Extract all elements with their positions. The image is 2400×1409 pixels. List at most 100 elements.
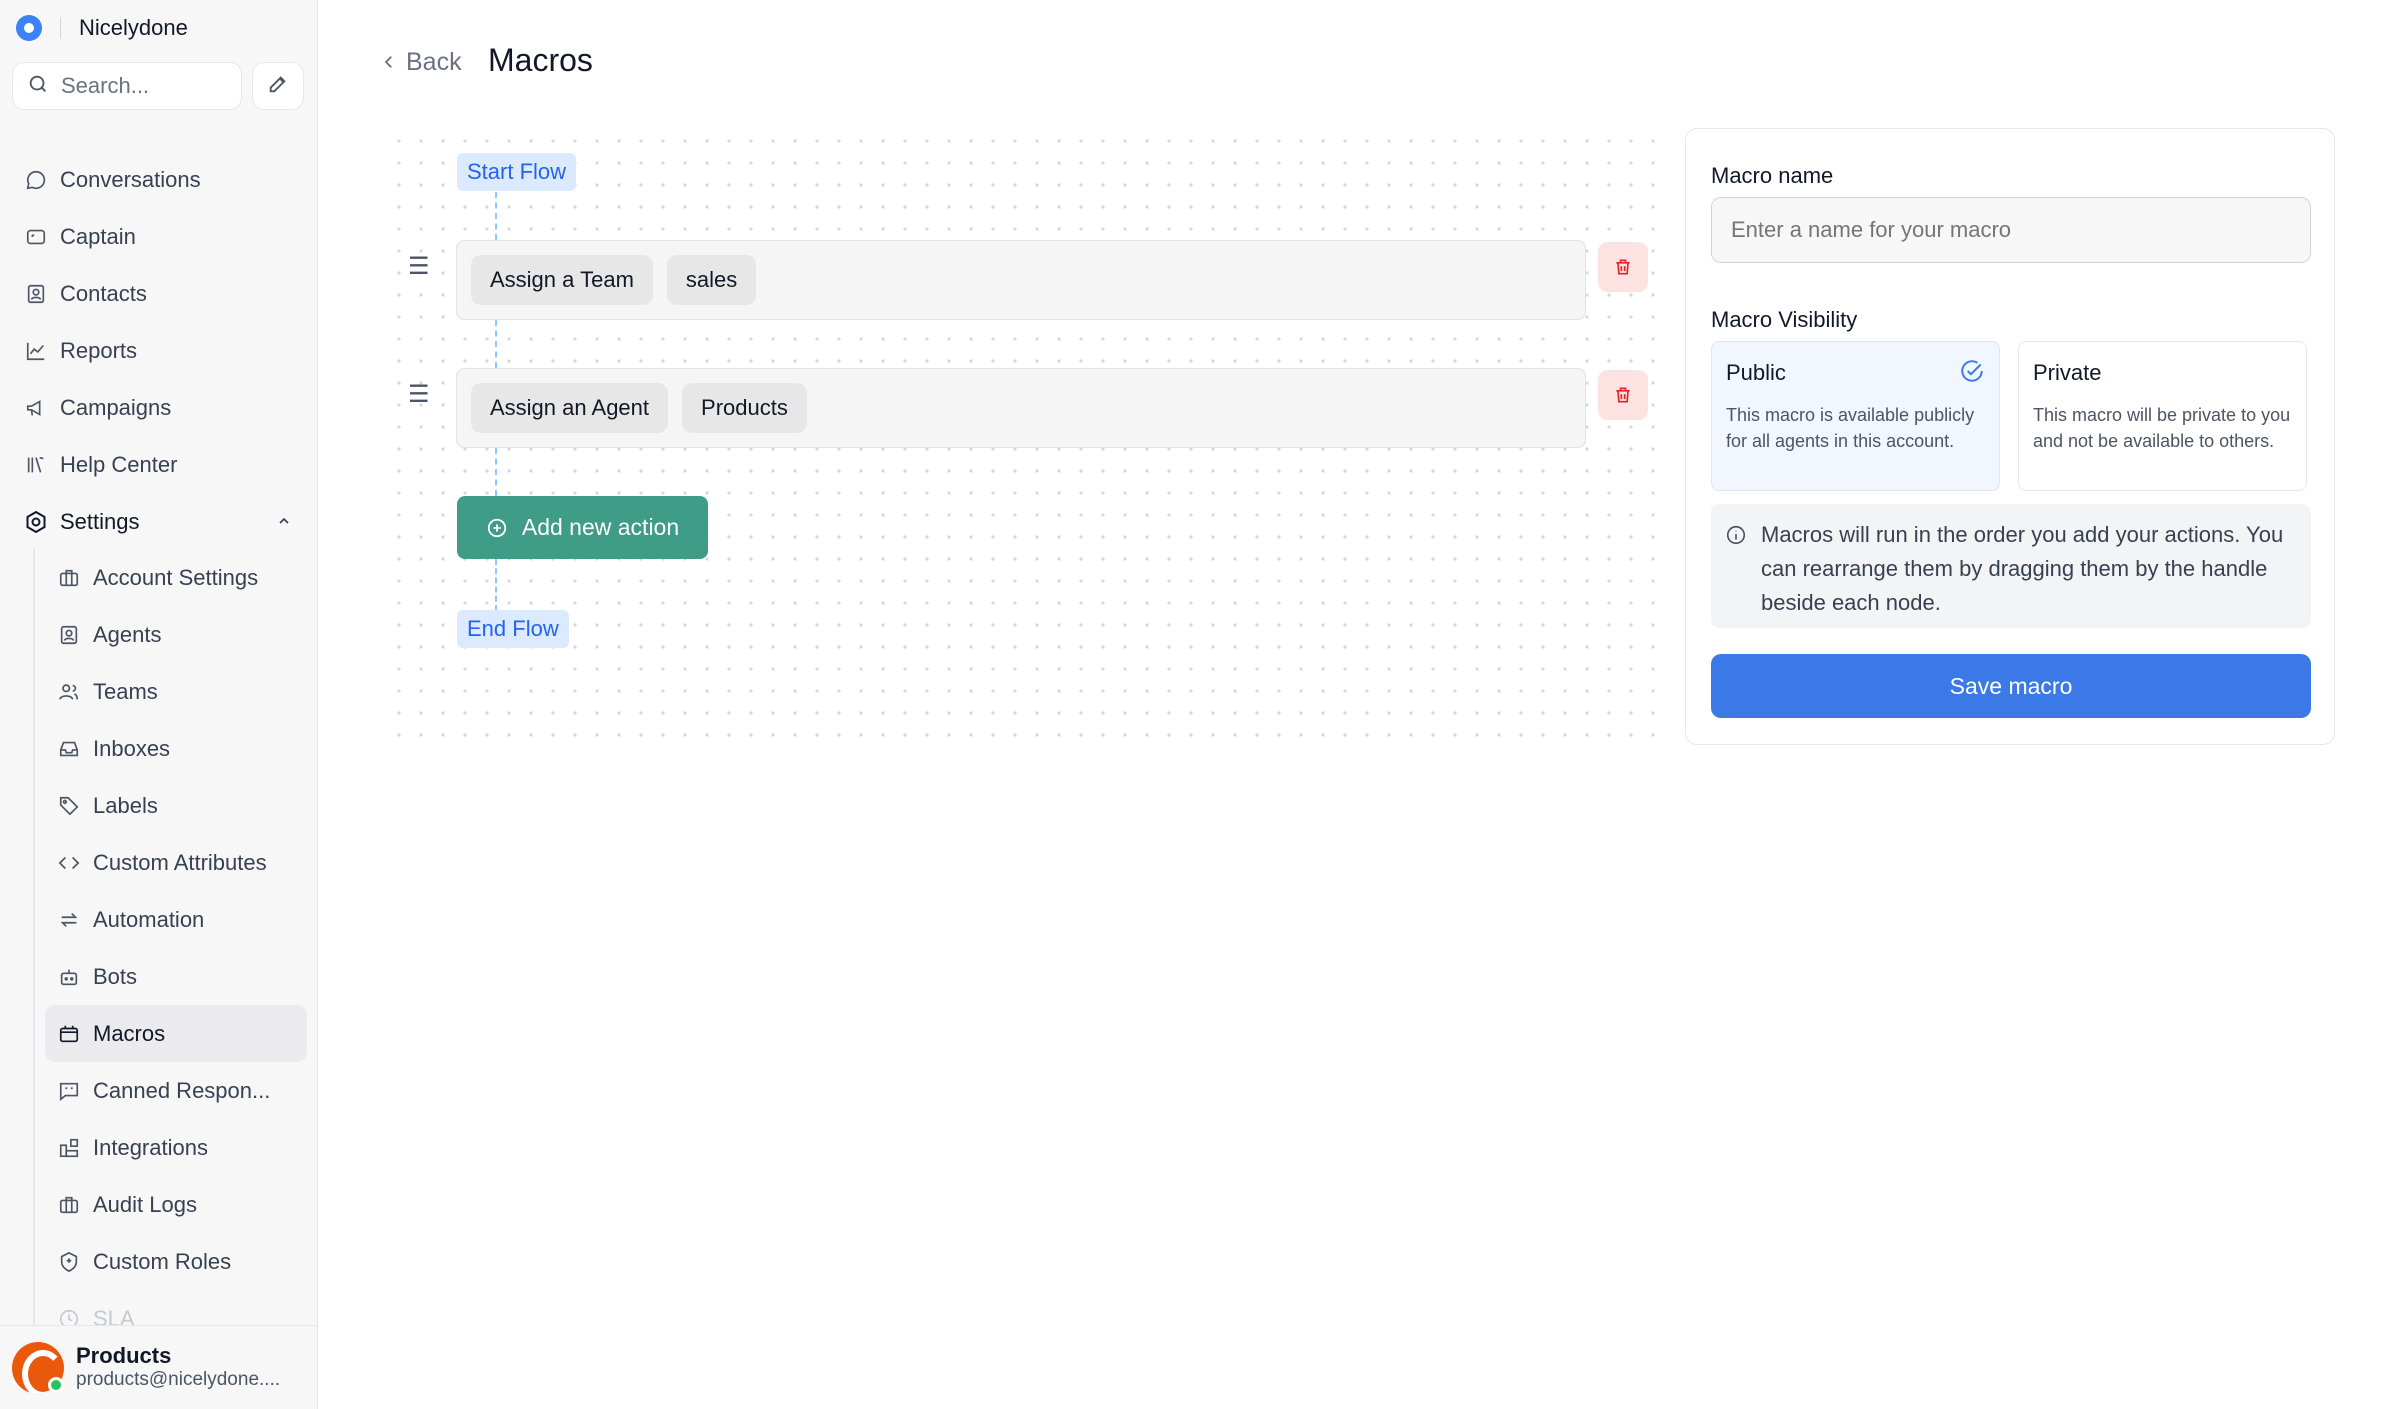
sidebar-item-help-center[interactable]: Help Center [12,436,306,493]
sidebar-item-label: Inboxes [93,735,171,761]
sidebar-item-account-settings[interactable]: Account Settings [45,549,307,606]
sidebar-item-custom-roles[interactable]: Custom Roles [45,1233,307,1290]
flow-connector [495,320,497,368]
drag-handle-icon[interactable]: ☰ [408,380,430,409]
sidebar-item-integrations[interactable]: Integrations [45,1119,307,1176]
start-flow-tag: Start Flow [457,153,577,191]
sidebar-item-label: Custom Attributes [93,849,267,875]
add-new-action-label: Add new action [521,514,680,540]
info-icon [1725,522,1747,556]
audit-log-icon [57,1193,81,1217]
action-type-pill[interactable]: Assign an Agent [471,383,669,433]
sidebar-item-label: Account Settings [93,564,259,590]
sidebar-item-label: Custom Roles [93,1248,232,1274]
sidebar-item-label: Automation [93,906,205,932]
sidebar-item-label: Campaigns [60,394,172,420]
flow-connector [495,192,497,240]
sidebar-item-audit-logs[interactable]: Audit Logs [45,1176,307,1233]
briefcase-icon [57,566,81,590]
chat-bubble-icon [24,168,48,192]
brand-name: Nicelydone [79,15,188,40]
online-status-indicator [48,1377,64,1393]
action-value-pill[interactable]: sales [666,255,757,305]
bot-icon [57,965,81,989]
sidebar-item-contacts[interactable]: Contacts [12,265,306,322]
sidebar-item-label: Reports [60,337,138,363]
visibility-option-private[interactable]: Private This macro will be private to yo… [2018,341,2307,491]
macro-name-label: Macro name [1711,163,1834,188]
back-button[interactable]: Back [380,44,462,80]
visibility-option-title: Public [1726,360,1786,385]
main-nav: Conversations Captain Contacts Reports C… [12,151,306,550]
sidebar-item-settings[interactable]: Settings [12,493,306,550]
canned-response-icon [57,1079,81,1103]
sidebar-item-label: Captain [60,223,136,249]
check-circle-icon [1959,358,1985,389]
settings-icon [24,510,48,534]
trash-icon [1613,385,1633,405]
brand[interactable]: Nicelydone [16,14,188,42]
flow-connector [495,559,497,611]
visibility-option-description: This macro will be private to you and no… [2033,405,2291,452]
sidebar-item-conversations[interactable]: Conversations [12,151,306,208]
visibility-option-public[interactable]: Public This macro is available publicly … [1711,341,2000,491]
action-type-pill[interactable]: Assign a Team [471,255,653,305]
pencil-icon [267,73,289,100]
macro-name-input[interactable] [1711,197,2311,263]
drag-handle-icon[interactable]: ☰ [408,252,430,281]
action-value-pill[interactable]: Products [682,383,807,433]
sidebar-item-labels[interactable]: Labels [45,777,307,834]
sidebar-item-automation[interactable]: Automation [45,891,307,948]
action-node: Assign an Agent Products [456,368,1586,448]
sidebar-item-canned-responses[interactable]: Canned Respon... [45,1062,307,1119]
brand-divider [60,17,61,39]
chevron-left-icon [380,53,398,71]
plus-circle-icon [486,517,508,539]
sidebar-item-label: Macros [93,1020,166,1046]
sidebar-item-captain[interactable]: Captain [12,208,306,265]
info-text: Macros will run in the order you add you… [1761,522,2284,616]
search-input[interactable]: Search... [12,62,242,110]
visibility-option-title: Private [2033,360,2102,385]
search-icon [27,73,49,100]
integrations-icon [57,1136,81,1160]
sidebar-item-agents[interactable]: Agents [45,606,307,663]
sidebar-item-inboxes[interactable]: Inboxes [45,720,307,777]
library-icon [24,453,48,477]
sidebar-item-label: Help Center [60,451,178,477]
add-new-action-button[interactable]: Add new action [457,496,708,559]
delete-action-button[interactable] [1598,370,1648,420]
sidebar-item-campaigns[interactable]: Campaigns [12,379,306,436]
end-flow-tag: End Flow [457,610,569,648]
automation-icon [57,908,81,932]
search-placeholder: Search... [61,73,150,98]
save-macro-button[interactable]: Save macro [1711,654,2311,718]
sidebar-item-label: Agents [93,621,162,647]
sidebar-item-label: Settings [60,508,140,534]
sidebar-item-teams[interactable]: Teams [45,663,307,720]
contacts-icon [24,282,48,306]
compose-button[interactable] [252,62,304,110]
profile-info: Products products@nicelydone.... [76,1343,280,1392]
action-node: Assign a Team sales [456,240,1586,320]
sidebar-item-label: Canned Respon... [93,1077,271,1103]
chevron-up-icon [276,509,292,535]
sidebar-item-label: Teams [93,678,158,704]
reports-icon [24,339,48,363]
sidebar-item-custom-attributes[interactable]: Custom Attributes [45,834,307,891]
brand-logo-icon [16,15,42,41]
sidebar-item-bots[interactable]: Bots [45,948,307,1005]
back-label: Back [406,47,462,76]
sidebar-item-reports[interactable]: Reports [12,322,306,379]
delete-action-button[interactable] [1598,242,1648,292]
profile-name: Products [76,1342,172,1368]
teams-icon [57,680,81,704]
sidebar: Nicelydone Search... Conversations Capta… [0,0,318,1409]
visibility-option-description: This macro is available publicly for all… [1726,405,1975,452]
agent-icon [57,623,81,647]
captain-icon [24,225,48,249]
sidebar-item-macros[interactable]: Macros [45,1005,307,1062]
user-profile[interactable]: Products products@nicelydone.... [0,1325,317,1409]
macro-visibility-label: Macro Visibility [1711,307,1858,332]
page-title: Macros [488,42,593,78]
